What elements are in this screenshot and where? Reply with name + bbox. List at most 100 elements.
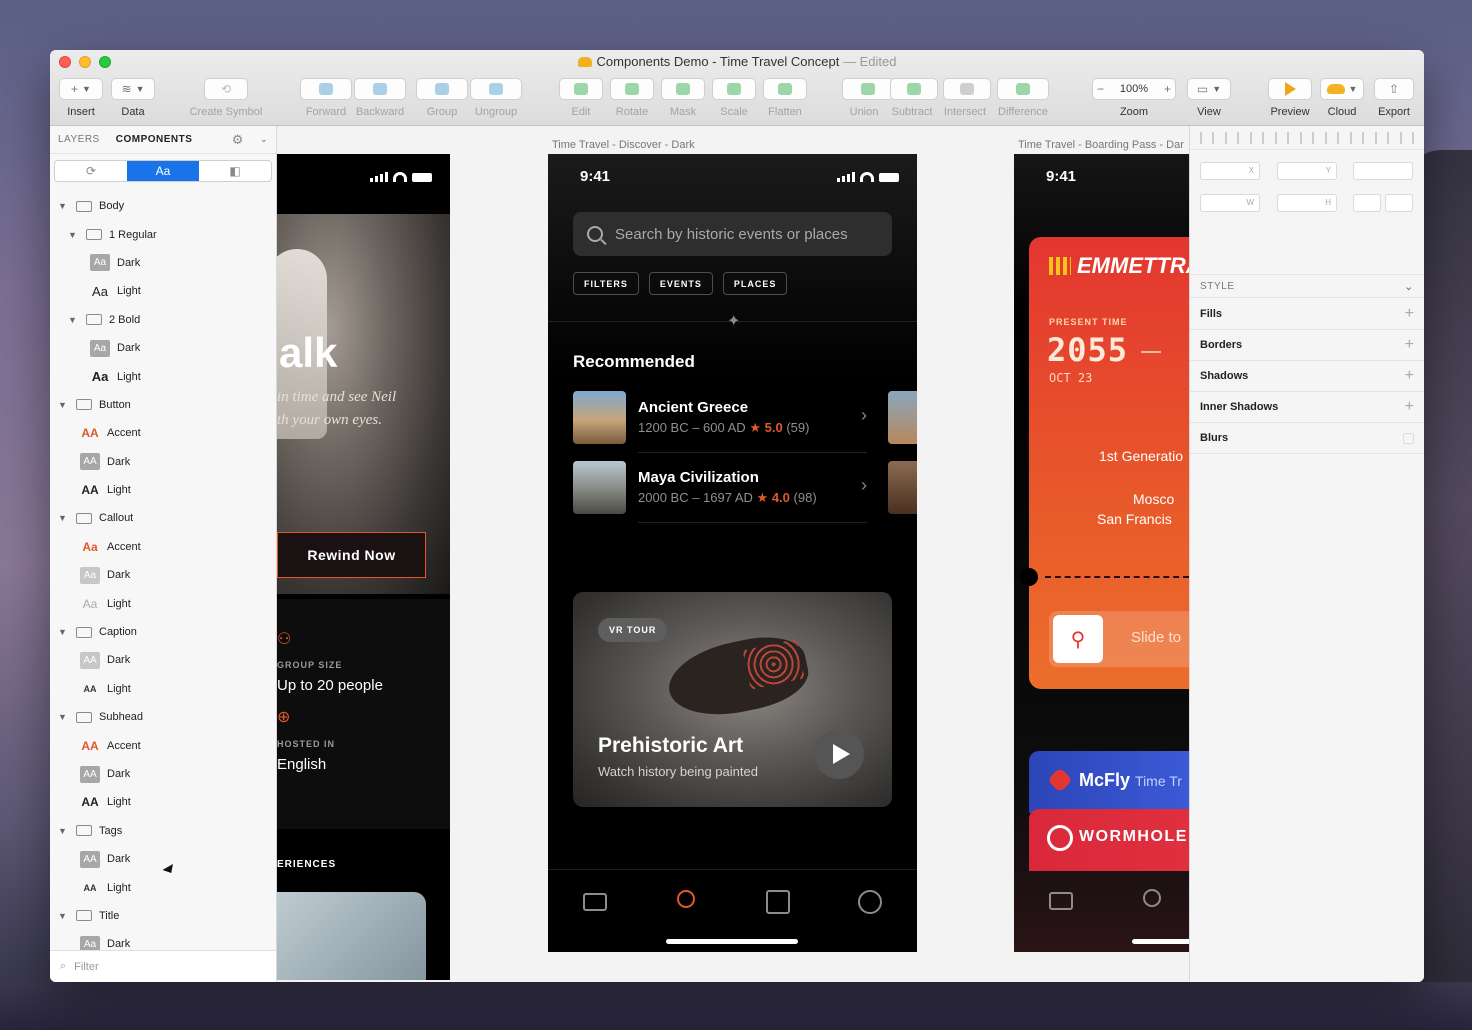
forward-tool[interactable]: Forward: [300, 78, 352, 118]
feed-tab-icon[interactable]: [583, 893, 607, 911]
play-button[interactable]: [814, 729, 864, 779]
feed-tab-icon[interactable]: [1049, 892, 1073, 910]
artboard-discover[interactable]: 9:41 Search by historic events or places…: [548, 154, 917, 952]
canvas[interactable]: alk in time and see Neil th your own eye…: [277, 126, 1189, 982]
ungroup-tool[interactable]: Ungroup: [470, 78, 522, 118]
tree-group[interactable]: ▼ Callout: [50, 504, 276, 532]
tree-item[interactable]: Aa Light: [50, 277, 276, 305]
subtract-tool[interactable]: Subtract: [890, 78, 938, 118]
blurs-row[interactable]: Blurs: [1190, 423, 1424, 454]
tickets-tab-icon[interactable]: [766, 890, 790, 914]
add-border-icon[interactable]: +: [1405, 336, 1414, 354]
disclosure-triangle-icon[interactable]: ▼: [68, 230, 78, 240]
flip-vertical-button[interactable]: [1385, 194, 1413, 212]
rotate-tool[interactable]: Rotate: [610, 78, 654, 118]
insert-tool[interactable]: + ▼ Insert: [58, 78, 104, 118]
artboard-title-boarding[interactable]: Time Travel - Boarding Pass - Dar: [1018, 139, 1184, 151]
zoom-in-button[interactable]: +: [1164, 82, 1171, 96]
tree-item[interactable]: Aa Dark: [50, 930, 276, 950]
tree-group[interactable]: ▼ Button: [50, 391, 276, 419]
borders-row[interactable]: Borders +: [1190, 330, 1424, 361]
align-right-icon[interactable]: [1325, 132, 1339, 144]
export-tool[interactable]: ⇧ Export: [1372, 78, 1416, 118]
chevron-down-icon[interactable]: ⌄: [260, 134, 268, 145]
list-item[interactable]: Maya Civilization 2000 BC – 1697 AD ★ 4.…: [573, 461, 867, 523]
layer-styles-segment[interactable]: ◧: [199, 161, 271, 181]
tree-item[interactable]: AA Light: [50, 675, 276, 703]
mask-tool[interactable]: Mask: [661, 78, 705, 118]
tree-item[interactable]: AA Light: [50, 476, 276, 504]
flatten-tool[interactable]: Flatten: [763, 78, 807, 118]
tree-item[interactable]: Aa Accent: [50, 533, 276, 561]
width-field[interactable]: W: [1200, 194, 1260, 212]
align-middle-icon[interactable]: [1375, 132, 1389, 144]
disclosure-triangle-icon[interactable]: ▼: [58, 911, 68, 921]
disclosure-triangle-icon[interactable]: ▼: [58, 826, 68, 836]
vr-tour-card[interactable]: VR TOUR Prehistoric Art Watch history be…: [573, 592, 892, 807]
profile-tab-icon[interactable]: [858, 890, 882, 914]
union-tool[interactable]: Union: [842, 78, 894, 118]
shadows-row[interactable]: Shadows +: [1190, 361, 1424, 392]
slider-knob[interactable]: ⚲: [1053, 615, 1103, 663]
tree-group[interactable]: ▼ Body: [50, 192, 276, 220]
disclosure-triangle-icon[interactable]: ▼: [58, 400, 68, 410]
tree-item[interactable]: AA Dark: [50, 448, 276, 476]
tree-group[interactable]: ▼ Caption: [50, 618, 276, 646]
cloud-tool[interactable]: ▼ Cloud: [1320, 78, 1364, 118]
difference-tool[interactable]: Difference: [996, 78, 1050, 118]
tab-components[interactable]: COMPONENTS: [116, 134, 193, 145]
artboard-experience[interactable]: alk in time and see Neil th your own eye…: [277, 154, 450, 980]
height-field[interactable]: H: [1277, 194, 1337, 212]
tree-item[interactable]: AA Light: [50, 788, 276, 816]
align-top-icon[interactable]: [1350, 132, 1364, 144]
tree-group[interactable]: ▼ Title: [50, 902, 276, 930]
tree-item[interactable]: AA Dark: [50, 646, 276, 674]
experience-card[interactable]: [277, 892, 426, 980]
disclosure-triangle-icon[interactable]: ▼: [68, 315, 78, 325]
tree-item[interactable]: Aa Light: [50, 589, 276, 617]
preview-tool[interactable]: Preview: [1268, 78, 1312, 118]
style-section-header[interactable]: STYLE ⌄: [1190, 274, 1424, 298]
edit-tool[interactable]: Edit: [559, 78, 603, 118]
tree-item[interactable]: AA Dark: [50, 760, 276, 788]
disclosure-triangle-icon[interactable]: ▼: [58, 513, 68, 523]
artboard-title-discover[interactable]: Time Travel - Discover - Dark: [552, 139, 695, 151]
list-item[interactable]: Ancient Greece 1200 BC – 600 AD ★ 5.0 (5…: [573, 391, 867, 453]
filter-input[interactable]: Filter: [74, 961, 98, 973]
search-tab-icon[interactable]: [1143, 889, 1161, 907]
text-styles-segment[interactable]: Aa: [127, 161, 199, 181]
disclosure-triangle-icon[interactable]: ▼: [58, 201, 68, 211]
align-left-icon[interactable]: [1275, 132, 1289, 144]
zoom-out-button[interactable]: −: [1097, 82, 1104, 96]
inner-shadows-row[interactable]: Inner Shadows +: [1190, 392, 1424, 423]
rotation-field[interactable]: [1353, 162, 1413, 180]
create-symbol-tool[interactable]: ⟲ Create Symbol: [184, 78, 268, 118]
tree-group[interactable]: ▼ Subhead: [50, 703, 276, 731]
tab-layers[interactable]: LAYERS: [58, 134, 100, 145]
tree-item[interactable]: Aa Dark: [50, 561, 276, 589]
y-field[interactable]: Y: [1277, 162, 1337, 180]
tree-group[interactable]: ▼ 1 Regular: [50, 220, 276, 248]
chip-places[interactable]: PLACES: [722, 272, 788, 295]
scale-tool[interactable]: Scale: [712, 78, 756, 118]
add-shadow-icon[interactable]: +: [1405, 367, 1414, 385]
slide-to-board-slider[interactable]: ⚲ Slide to: [1049, 611, 1189, 667]
chevron-down-icon[interactable]: ⌄: [1404, 280, 1414, 293]
tree-item[interactable]: AA Accent: [50, 419, 276, 447]
intersect-tool[interactable]: Intersect: [943, 78, 991, 118]
group-tool[interactable]: Group: [416, 78, 468, 118]
add-inner-shadow-icon[interactable]: +: [1405, 398, 1414, 416]
backward-tool[interactable]: Backward: [354, 78, 406, 118]
tree-item[interactable]: AA Light: [50, 873, 276, 901]
tree-item[interactable]: Aa Light: [50, 362, 276, 390]
fills-row[interactable]: Fills +: [1190, 299, 1424, 330]
boarding-pass-ticket[interactable]: EMMETTRA PRESENT TIME 2055 OCT 23 1st Ge…: [1020, 237, 1189, 689]
tree-item[interactable]: AA Accent: [50, 731, 276, 759]
rewind-now-button[interactable]: Rewind Now: [277, 532, 426, 578]
tree-group[interactable]: ▼ Tags: [50, 817, 276, 845]
chip-events[interactable]: EVENTS: [648, 272, 713, 295]
tree-group[interactable]: ▼ 2 Bold: [50, 306, 276, 334]
mcfly-card[interactable]: McFly Time Tr: [1029, 751, 1189, 813]
gear-icon[interactable]: ⚙: [232, 132, 244, 148]
view-tool[interactable]: ▭ ▼ View: [1187, 78, 1231, 118]
